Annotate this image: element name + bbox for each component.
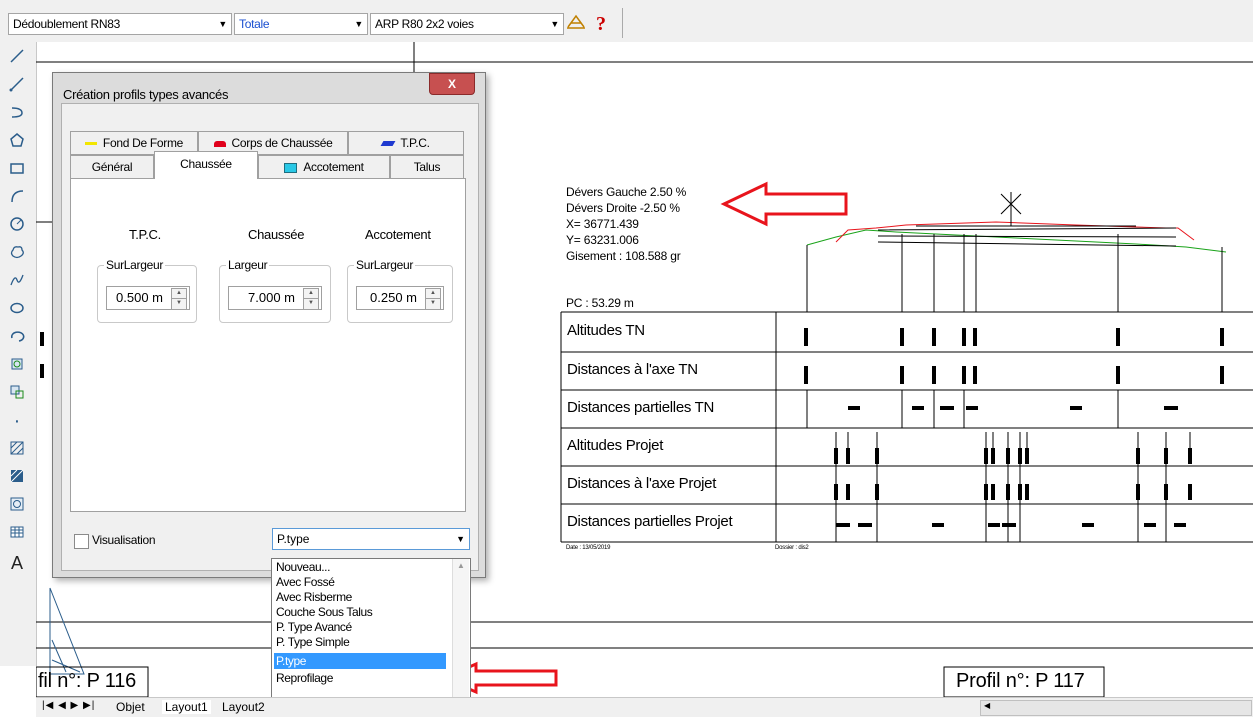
circle-tool-icon[interactable] (6, 216, 28, 238)
row-label: Distances partielles Projet (567, 513, 733, 530)
chaussee-largeur-group: Largeur 7.000 m ▲ ▼ (219, 258, 331, 323)
row-label: Altitudes TN (567, 322, 645, 339)
tab-nav-arrows-icon[interactable]: |◀ ◀ ▶ ▶| (42, 700, 95, 711)
column-heading: T.P.C. (129, 227, 161, 242)
y-coordinate-text: Y= 63231.006 (566, 233, 639, 247)
visualisation-label: Visualisation (92, 533, 156, 547)
line-tool-icon[interactable] (6, 48, 28, 70)
gisement-text: Gisement : 108.588 gr (566, 249, 681, 263)
tn-marks (804, 328, 1224, 410)
chaussee-tab-panel: T.P.C. Chaussée Accotement SurLargeur 0.… (70, 178, 466, 512)
date-text: Date : 13/05/2019 (566, 545, 611, 551)
blue-swatch-icon (380, 141, 396, 147)
tab-talus[interactable]: Talus (390, 155, 464, 179)
profile-combo[interactable]: ARP R80 2x2 voies ▼ (370, 13, 564, 35)
chevron-down-icon: ▼ (456, 534, 465, 544)
column-heading: Chaussée (248, 227, 305, 242)
profil-label-left: fil n°: P 116 (38, 670, 137, 692)
left-tool-strip: · A (0, 42, 37, 666)
spin-down-icon[interactable]: ▼ (425, 298, 441, 310)
view-combo[interactable]: Totale ▼ (234, 13, 368, 35)
profile-info: Dévers Gauche 2.50 % Dévers Droite -2.50… (566, 184, 686, 264)
chevron-down-icon: ▼ (550, 19, 559, 29)
arc-tool-icon[interactable] (6, 188, 28, 210)
tpc-surlargeur-spinner[interactable]: 0.500 m ▲ ▼ (106, 286, 190, 310)
spin-down-icon[interactable]: ▼ (303, 298, 319, 310)
visualisation-checkbox[interactable] (74, 534, 89, 549)
toolbar-divider (622, 8, 623, 38)
insert-block-icon[interactable] (6, 356, 28, 378)
tab-accotement[interactable]: Accotement (258, 155, 390, 179)
profil-label-right: Profil n°: P 117 (956, 670, 1085, 692)
chevron-down-icon: ▼ (218, 19, 227, 29)
ellipse-arc-tool-icon[interactable] (6, 328, 28, 350)
ellipse-tool-icon[interactable] (6, 300, 28, 322)
row-label: Distances à l'axe Projet (567, 475, 717, 492)
chevron-down-icon: ▼ (354, 19, 363, 29)
scroll-up-icon[interactable]: ▲ (457, 561, 465, 570)
scroll-left-icon[interactable]: ◀ (984, 701, 990, 710)
accotement-surlargeur-group: SurLargeur 0.250 m ▲ ▼ (347, 258, 453, 323)
make-block-icon[interactable] (6, 384, 28, 406)
spline-tool-icon[interactable] (6, 272, 28, 294)
tab-layout1[interactable]: Layout1 (162, 700, 211, 714)
road-cross-section (806, 192, 1227, 312)
row-label: Altitudes Projet (567, 437, 664, 454)
cyan-swatch-icon (284, 162, 298, 173)
table-tool-icon[interactable] (6, 524, 28, 546)
x-coordinate-text: X= 36771.439 (566, 217, 639, 231)
profile-icon[interactable] (565, 13, 587, 35)
dropdown-scrollbar[interactable]: ▲ (452, 559, 469, 701)
layer-combo[interactable]: Dédoublement RN83 ▼ (8, 13, 232, 35)
ptype-select[interactable]: P.type ▼ (272, 528, 470, 550)
chaussee-largeur-spinner[interactable]: 7.000 m ▲ ▼ (228, 286, 322, 310)
pc-text: PC : 53.29 m (566, 296, 634, 310)
column-heading: Accotement (365, 227, 431, 242)
profile-table (560, 311, 1253, 543)
devers-droite-text: Dévers Droite -2.50 % (566, 201, 680, 215)
region-tool-icon[interactable] (6, 496, 28, 518)
list-item[interactable]: Nouveau... (274, 561, 446, 574)
yellow-swatch-icon (84, 142, 97, 146)
annotation-arrow (720, 181, 848, 227)
polygon-tool-icon[interactable] (6, 132, 28, 154)
list-item[interactable]: P. Type Avancé (274, 621, 446, 634)
gradient-tool-icon[interactable] (6, 468, 28, 490)
red-swatch-icon (213, 140, 226, 147)
devers-gauche-text: Dévers Gauche 2.50 % (566, 185, 687, 199)
spin-down-icon[interactable]: ▼ (171, 298, 187, 310)
close-button[interactable]: X (429, 73, 475, 95)
dialog-title: Création profils types avancés (63, 87, 229, 102)
arc-line-tool-icon[interactable] (6, 104, 28, 126)
top-toolbar: Dédoublement RN83 ▼ Totale ▼ ARP R80 2x2… (0, 0, 1253, 42)
list-item-selected[interactable]: P.type (274, 653, 446, 669)
horizontal-scrollbar[interactable]: ◀ (980, 700, 1252, 716)
accotement-surlargeur-spinner[interactable]: 0.250 m ▲ ▼ (356, 286, 444, 310)
text-tool-icon[interactable]: A (6, 552, 28, 574)
tab-objet[interactable]: Objet (116, 700, 145, 714)
list-item[interactable]: Couche Sous Talus (274, 606, 446, 619)
tab-chaussee[interactable]: Chaussée (154, 151, 258, 179)
ptype-dropdown-list: Nouveau... Avec Fossé Avec Risberme Couc… (271, 558, 471, 704)
hatch-tool-icon[interactable] (6, 440, 28, 462)
tab-layout2[interactable]: Layout2 (222, 700, 265, 714)
layout-tab-bar: |◀ ◀ ▶ ▶| Objet Layout1 Layout2 ◀ (36, 697, 1253, 717)
rectangle-tool-icon[interactable] (6, 160, 28, 182)
dialog-body: Fond De Forme Corps de Chaussée T.P.C. G… (61, 103, 479, 571)
list-item[interactable]: P. Type Simple (274, 636, 446, 649)
polyline-tool-icon[interactable] (6, 76, 28, 98)
help-icon[interactable]: ? (590, 13, 612, 35)
tab-tpc[interactable]: T.P.C. (348, 131, 464, 155)
list-item[interactable]: Avec Risberme (274, 591, 446, 604)
dossier-text: Dossier : dis2 (775, 545, 809, 551)
list-item[interactable]: Reprofilage (274, 672, 446, 685)
profil-types-dialog: Création profils types avancés X Fond De… (52, 72, 486, 578)
cloud-tool-icon[interactable] (6, 244, 28, 266)
tab-general[interactable]: Général (70, 155, 154, 179)
list-item[interactable]: Avec Fossé (274, 576, 446, 589)
row-label: Distances partielles TN (567, 399, 715, 416)
tpc-surlargeur-group: SurLargeur 0.500 m ▲ ▼ (97, 258, 197, 323)
row-label: Distances à l'axe TN (567, 361, 698, 378)
point-tool-icon[interactable]: · (6, 411, 28, 434)
